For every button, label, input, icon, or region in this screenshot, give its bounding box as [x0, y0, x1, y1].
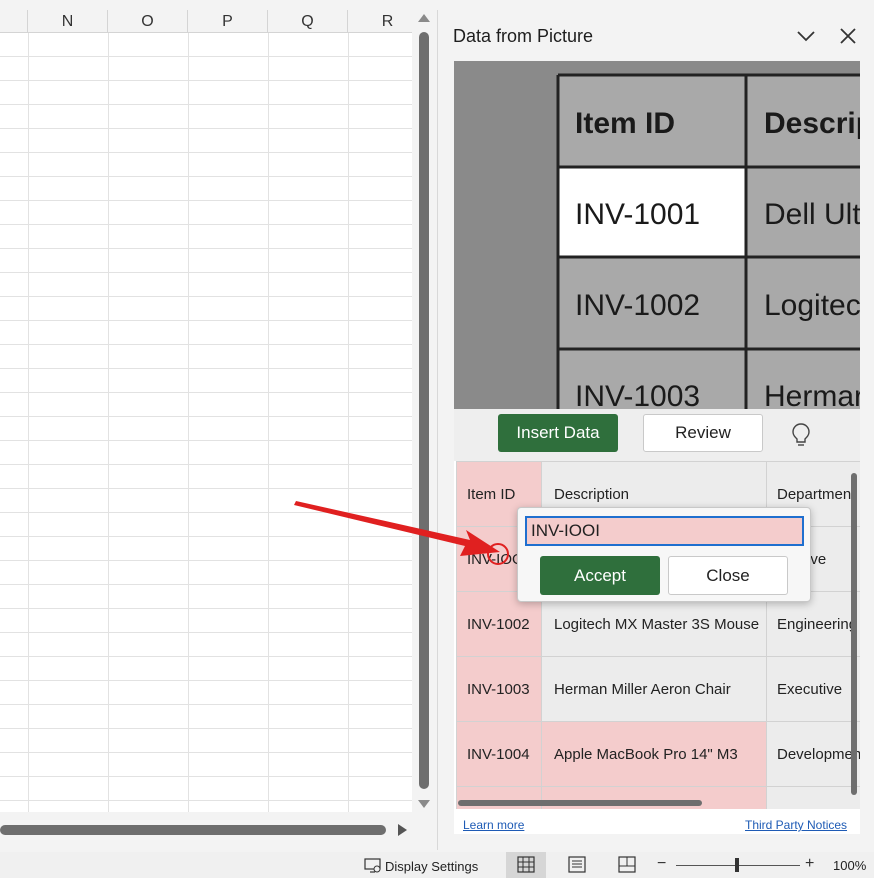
zoom-level[interactable]: 100%: [833, 858, 866, 873]
display-settings-label: Display Settings: [385, 859, 479, 874]
annotation-arrow: [294, 501, 500, 556]
page-break-view-button[interactable]: [607, 852, 647, 878]
zoom-slider-thumb[interactable]: [735, 858, 739, 872]
normal-view-button[interactable]: [506, 852, 546, 878]
page-layout-view-button[interactable]: [557, 852, 597, 878]
page-break-icon: [618, 856, 636, 873]
grid-view-icon: [517, 856, 535, 873]
annotation-circle: [487, 543, 509, 565]
zoom-in-button[interactable]: +: [805, 855, 814, 873]
display-settings-icon: [364, 858, 381, 873]
page-layout-icon: [568, 856, 586, 873]
status-bar: Display Settings − + 100%: [0, 852, 874, 878]
zoom-out-button[interactable]: −: [657, 855, 666, 873]
